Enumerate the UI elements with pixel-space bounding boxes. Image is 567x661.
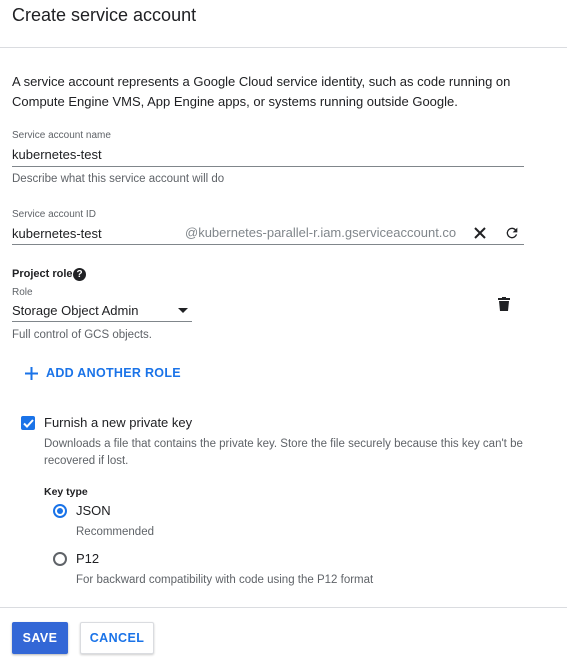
service-account-name-input[interactable]: kubernetes-test — [12, 147, 524, 162]
key-type-p12-label[interactable]: P12 — [76, 551, 99, 566]
role-select-value: Storage Object Admin — [12, 303, 139, 318]
chevron-down-icon — [178, 308, 188, 313]
trash-icon — [498, 297, 510, 311]
private-key-checkbox-label[interactable]: Furnish a new private key — [44, 415, 192, 430]
service-account-id-label: Service account ID — [12, 209, 96, 220]
help-icon[interactable]: ? — [73, 268, 86, 281]
title-divider — [0, 47, 567, 48]
save-button[interactable]: SAVE — [12, 622, 68, 654]
role-label: Role — [12, 287, 33, 298]
add-another-role-button[interactable]: ADD ANOTHER ROLE — [25, 366, 181, 380]
intro-text: A service account represents a Google Cl… — [12, 74, 511, 109]
role-select-underline — [12, 321, 192, 322]
key-type-json-radio[interactable] — [53, 504, 67, 518]
key-type-label: Key type — [44, 486, 88, 498]
page-title: Create service account — [12, 5, 197, 25]
service-account-name-hint: Describe what this service account will … — [12, 173, 225, 185]
add-another-role-label: ADD ANOTHER ROLE — [46, 366, 181, 380]
key-type-p12-hint: For backward compatibility with code usi… — [76, 574, 374, 586]
key-type-json-hint: Recommended — [76, 526, 154, 538]
project-role-label: Project role — [12, 268, 73, 280]
plus-icon — [25, 366, 38, 380]
cancel-button[interactable]: CANCEL — [80, 622, 154, 654]
service-account-id-underline — [12, 244, 524, 245]
private-key-hint: Downloads a file that contains the priva… — [44, 438, 523, 467]
check-icon — [22, 418, 34, 428]
service-account-id-input[interactable]: kubernetes-test — [12, 226, 172, 241]
service-account-name-underline — [12, 166, 524, 167]
key-type-p12-radio[interactable] — [53, 552, 67, 566]
regenerate-id-button[interactable] — [502, 223, 522, 243]
role-select[interactable]: Storage Object Admin — [12, 302, 192, 322]
delete-role-button[interactable] — [496, 296, 512, 312]
service-account-name-label: Service account name — [12, 130, 111, 141]
close-icon — [474, 227, 486, 239]
footer-divider — [0, 607, 567, 608]
service-account-id-suffix: @kubernetes-parallel-r.iam.gserviceaccou… — [185, 225, 457, 240]
help-glyph: ? — [76, 269, 83, 280]
private-key-checkbox[interactable] — [21, 416, 35, 430]
role-hint: Full control of GCS objects. — [12, 329, 152, 341]
clear-id-button[interactable] — [471, 224, 489, 242]
key-type-json-label[interactable]: JSON — [76, 503, 111, 518]
refresh-icon — [506, 227, 518, 239]
